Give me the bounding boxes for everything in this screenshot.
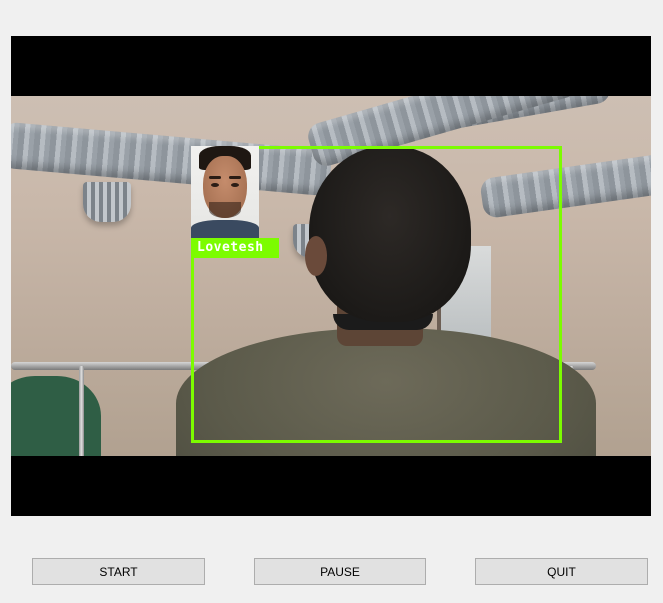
thumbnail-eye xyxy=(211,183,219,187)
video-feed-panel: Lovetesh xyxy=(11,36,651,516)
start-button[interactable]: START xyxy=(32,558,205,585)
thumbnail-shirt xyxy=(191,220,259,238)
app-window: Lovetesh START PAUSE QUIT xyxy=(0,0,663,603)
thumbnail-eye xyxy=(231,183,239,187)
quit-button[interactable]: QUIT xyxy=(475,558,648,585)
pause-button[interactable]: PAUSE xyxy=(254,558,426,585)
thumbnail-eyebrow xyxy=(229,176,241,179)
bystander-shoulder xyxy=(11,376,101,456)
thumbnail-eyebrow xyxy=(209,176,221,179)
camera-frame: Lovetesh xyxy=(11,96,651,456)
recognized-name-label: Lovetesh xyxy=(191,238,279,258)
thumbnail-beard xyxy=(209,202,241,218)
ceiling-diffuser xyxy=(83,182,131,222)
railing-post xyxy=(79,366,84,456)
matched-face-thumbnail xyxy=(191,146,259,238)
